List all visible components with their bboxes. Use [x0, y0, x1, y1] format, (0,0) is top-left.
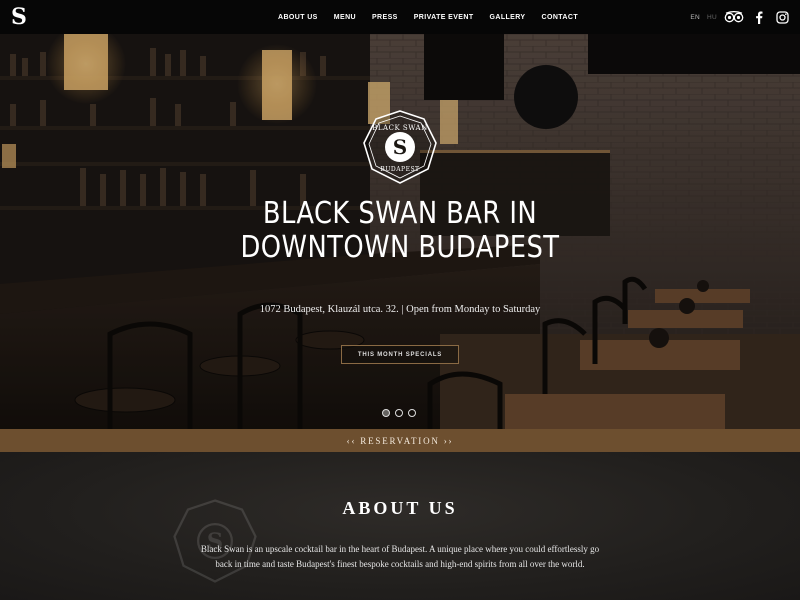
hero-title-line1: BLACK SWAN BAR IN — [262, 196, 538, 231]
nav-utilities: EN HU — [690, 0, 790, 34]
hero-title-line2: DOWNTOWN BUDAPEST — [240, 230, 560, 265]
nav-link-menu[interactable]: MENU — [326, 14, 364, 21]
slider-dots — [382, 409, 416, 417]
black-swan-emblem-icon: S BLACK SWAN BUDAPEST — [360, 107, 440, 187]
slider-dot-1[interactable] — [382, 409, 390, 417]
language-hu[interactable]: HU — [707, 14, 717, 21]
this-month-specials-button[interactable]: THIS MONTH SPECIALS — [341, 345, 459, 364]
nav-link-press[interactable]: PRESS — [364, 14, 406, 21]
nav-link-private-event[interactable]: PRIVATE EVENT — [406, 14, 482, 21]
nav-link-about-us[interactable]: ABOUT US — [270, 14, 326, 21]
about-title: ABOUT US — [342, 498, 458, 518]
about-section: S ABOUT US Black Swan is an upscale cock… — [0, 452, 800, 600]
svg-text:S: S — [393, 135, 407, 159]
hero-address-hours: 1072 Budapest, Klauzál utca. 32. | Open … — [259, 304, 541, 315]
emblem-text-bottom: BUDAPEST — [380, 166, 419, 173]
tripadvisor-icon[interactable] — [724, 10, 744, 24]
slider-dot-3[interactable] — [408, 409, 416, 417]
facebook-icon[interactable] — [751, 10, 767, 24]
nav-link-gallery[interactable]: GALLERY — [482, 14, 534, 21]
emblem-text-top: BLACK SWAN — [372, 124, 427, 132]
hero-title: BLACK SWAN BAR IN DOWNTOWN BUDAPEST — [0, 197, 800, 265]
swan-logo-icon[interactable]: S — [11, 5, 29, 29]
nav-link-contact[interactable]: CONTACT — [534, 14, 587, 21]
reservation-label: ‹‹ RESERVATION ›› — [346, 435, 454, 446]
top-navbar: S ABOUT US MENU PRESS PRIVATE EVENT GALL… — [0, 0, 800, 34]
main-nav: ABOUT US MENU PRESS PRIVATE EVENT GALLER… — [270, 0, 586, 34]
language-en[interactable]: EN — [690, 14, 700, 21]
instagram-icon[interactable] — [774, 10, 790, 24]
hero-slider: S BLACK SWAN BUDAPEST BLACK SWAN BAR IN … — [0, 34, 800, 429]
reservation-bar[interactable]: ‹‹ RESERVATION ›› — [0, 429, 800, 452]
slider-dot-2[interactable] — [395, 409, 403, 417]
about-description: Black Swan is an upscale cocktail bar in… — [200, 544, 600, 569]
